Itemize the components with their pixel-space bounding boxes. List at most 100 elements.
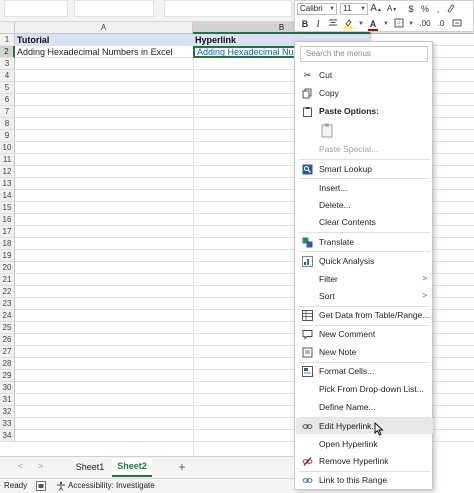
row-header[interactable]: 17 — [0, 226, 15, 238]
percent-style-button[interactable]: % — [419, 3, 431, 15]
menu-item-quick-analysis[interactable]: Quick Analysis — [296, 253, 433, 269]
row-header[interactable]: 14 — [0, 190, 15, 202]
row-header[interactable]: 26 — [0, 334, 15, 346]
comma-style-button[interactable]: , — [432, 3, 444, 15]
menu-item-copy[interactable]: Copy — [296, 85, 433, 101]
menu-item-delete[interactable]: Delete... — [296, 197, 433, 213]
row-header[interactable]: 2 — [0, 46, 15, 58]
row-header[interactable]: 9 — [0, 130, 15, 142]
menu-item-label: Edit Hyperlink... — [319, 421, 379, 431]
menu-item-clear-contents[interactable]: Clear Contents — [296, 214, 433, 230]
menu-item-filter[interactable]: Filter > — [296, 271, 433, 287]
status-bar: Ready Accessibility: Investigate — [0, 478, 294, 493]
row-header[interactable]: 8 — [0, 118, 15, 130]
row-header[interactable]: 7 — [0, 106, 15, 118]
menu-item-pick-dropdown[interactable]: Pick From Drop-down List... — [296, 381, 433, 397]
scroll-right-icon[interactable]: > — [38, 461, 43, 471]
cell-b2-hyperlink[interactable]: Adding Hexadecimal Num — [193, 46, 296, 58]
row-header[interactable]: 30 — [0, 382, 15, 394]
select-all-corner[interactable] — [0, 22, 15, 34]
row-header[interactable]: 6 — [0, 94, 15, 106]
increase-font-icon[interactable]: A▲ — [370, 3, 382, 15]
menu-item-label: Copy — [319, 88, 339, 98]
chevron-down-icon[interactable]: ▼ — [405, 18, 417, 30]
ribbon-area — [74, 0, 154, 17]
row-header[interactable]: 13 — [0, 178, 15, 190]
row-header[interactable]: 5 — [0, 82, 15, 94]
row-header[interactable]: 25 — [0, 322, 15, 334]
row-header[interactable]: 28 — [0, 358, 15, 370]
name-box[interactable] — [4, 0, 68, 17]
row-header[interactable]: 19 — [0, 250, 15, 262]
clipboard-icon[interactable] — [319, 122, 335, 138]
tab-sheet2[interactable]: Sheet2 — [112, 458, 152, 477]
menu-search-input[interactable]: Search the menus — [300, 46, 428, 62]
row-header[interactable]: 27 — [0, 346, 15, 358]
row-header[interactable]: 34 — [0, 430, 15, 442]
decrease-decimal-icon[interactable]: .0 — [435, 18, 447, 30]
menu-item-get-data[interactable]: Get Data from Table/Range... — [296, 307, 433, 323]
row-header[interactable]: 1 — [0, 34, 15, 46]
status-ready: Ready — [4, 481, 28, 490]
row-header[interactable]: 23 — [0, 298, 15, 310]
link-icon — [302, 421, 313, 432]
accessibility-icon[interactable] — [56, 481, 66, 491]
menu-item-new-comment[interactable]: New Comment — [296, 326, 433, 342]
menu-item-edit-hyperlink[interactable]: Edit Hyperlink... — [296, 418, 433, 434]
menu-item-translate[interactable]: Translate — [296, 234, 433, 250]
row-header[interactable]: 22 — [0, 286, 15, 298]
menu-item-smart-lookup[interactable]: Smart Lookup — [296, 161, 433, 177]
cell-a2[interactable]: Adding Hexadecimal Numbers in Excel — [15, 46, 193, 58]
row-header[interactable]: 12 — [0, 166, 15, 178]
center-align-icon[interactable] — [327, 18, 339, 30]
row-header[interactable]: 15 — [0, 202, 15, 214]
row-header[interactable]: 32 — [0, 406, 15, 418]
increase-decimal-icon[interactable]: .00 — [419, 18, 431, 30]
add-sheet-button[interactable]: + — [174, 459, 190, 477]
font-name-value: Calibri — [300, 4, 323, 13]
menu-item-cut[interactable]: ✂ Cut — [296, 67, 433, 83]
scroll-left-icon[interactable]: < — [18, 461, 23, 471]
menu-item-label: Insert... — [319, 183, 348, 193]
column-header-a[interactable]: A — [15, 22, 193, 34]
menu-item-insert[interactable]: Insert... — [296, 180, 433, 196]
status-accessibility[interactable]: Accessibility: Investigate — [68, 479, 155, 493]
menu-item-format-cells[interactable]: Format Cells... — [296, 363, 433, 379]
menu-item-paste-options: Paste Options: — [296, 103, 433, 119]
macro-record-icon[interactable] — [36, 481, 46, 491]
row-header[interactable]: 16 — [0, 214, 15, 226]
italic-button[interactable]: I — [312, 18, 324, 30]
menu-item-define-name[interactable]: Define Name... — [296, 399, 433, 415]
currency-format-icon[interactable]: $ — [405, 3, 417, 15]
font-size-dropdown[interactable]: 11 ▼ — [340, 3, 368, 15]
menu-item-sort[interactable]: Sort > — [296, 288, 433, 304]
row-header[interactable]: 24 — [0, 310, 15, 322]
cell-a1[interactable]: Tutorial — [15, 34, 193, 46]
row-header[interactable]: 18 — [0, 238, 15, 250]
row-header[interactable]: 11 — [0, 154, 15, 166]
row-header[interactable]: 10 — [0, 142, 15, 154]
row-header[interactable]: 33 — [0, 418, 15, 430]
menu-item-new-note[interactable]: New Note — [296, 344, 433, 360]
menu-item-remove-hyperlink[interactable]: Remove Hyperlink — [296, 453, 433, 469]
row-header[interactable]: 20 — [0, 262, 15, 274]
brush-icon[interactable] — [445, 3, 457, 15]
formula-bar[interactable] — [164, 0, 292, 17]
row-header[interactable]: 29 — [0, 370, 15, 382]
font-color-button[interactable]: A — [367, 18, 379, 31]
chevron-down-icon[interactable]: ▼ — [380, 18, 392, 30]
row-header[interactable]: 4 — [0, 70, 15, 82]
tab-sheet1[interactable]: Sheet1 — [68, 459, 112, 477]
row-header[interactable]: 31 — [0, 394, 15, 406]
row-header[interactable]: 21 — [0, 274, 15, 286]
menu-item-open-hyperlink[interactable]: Open Hyperlink — [296, 436, 433, 452]
menu-item-link-range[interactable]: Link to this Range — [296, 472, 433, 488]
decrease-font-icon[interactable]: A▼ — [386, 3, 398, 15]
merge-center-icon[interactable] — [451, 18, 463, 30]
borders-icon[interactable] — [393, 18, 405, 30]
bold-button[interactable]: B — [299, 18, 311, 30]
chevron-down-icon[interactable]: ▼ — [355, 18, 367, 30]
highlighter-icon[interactable] — [342, 18, 354, 30]
row-header[interactable]: 3 — [0, 58, 15, 70]
font-name-dropdown[interactable]: Calibri ▼ — [297, 3, 337, 15]
